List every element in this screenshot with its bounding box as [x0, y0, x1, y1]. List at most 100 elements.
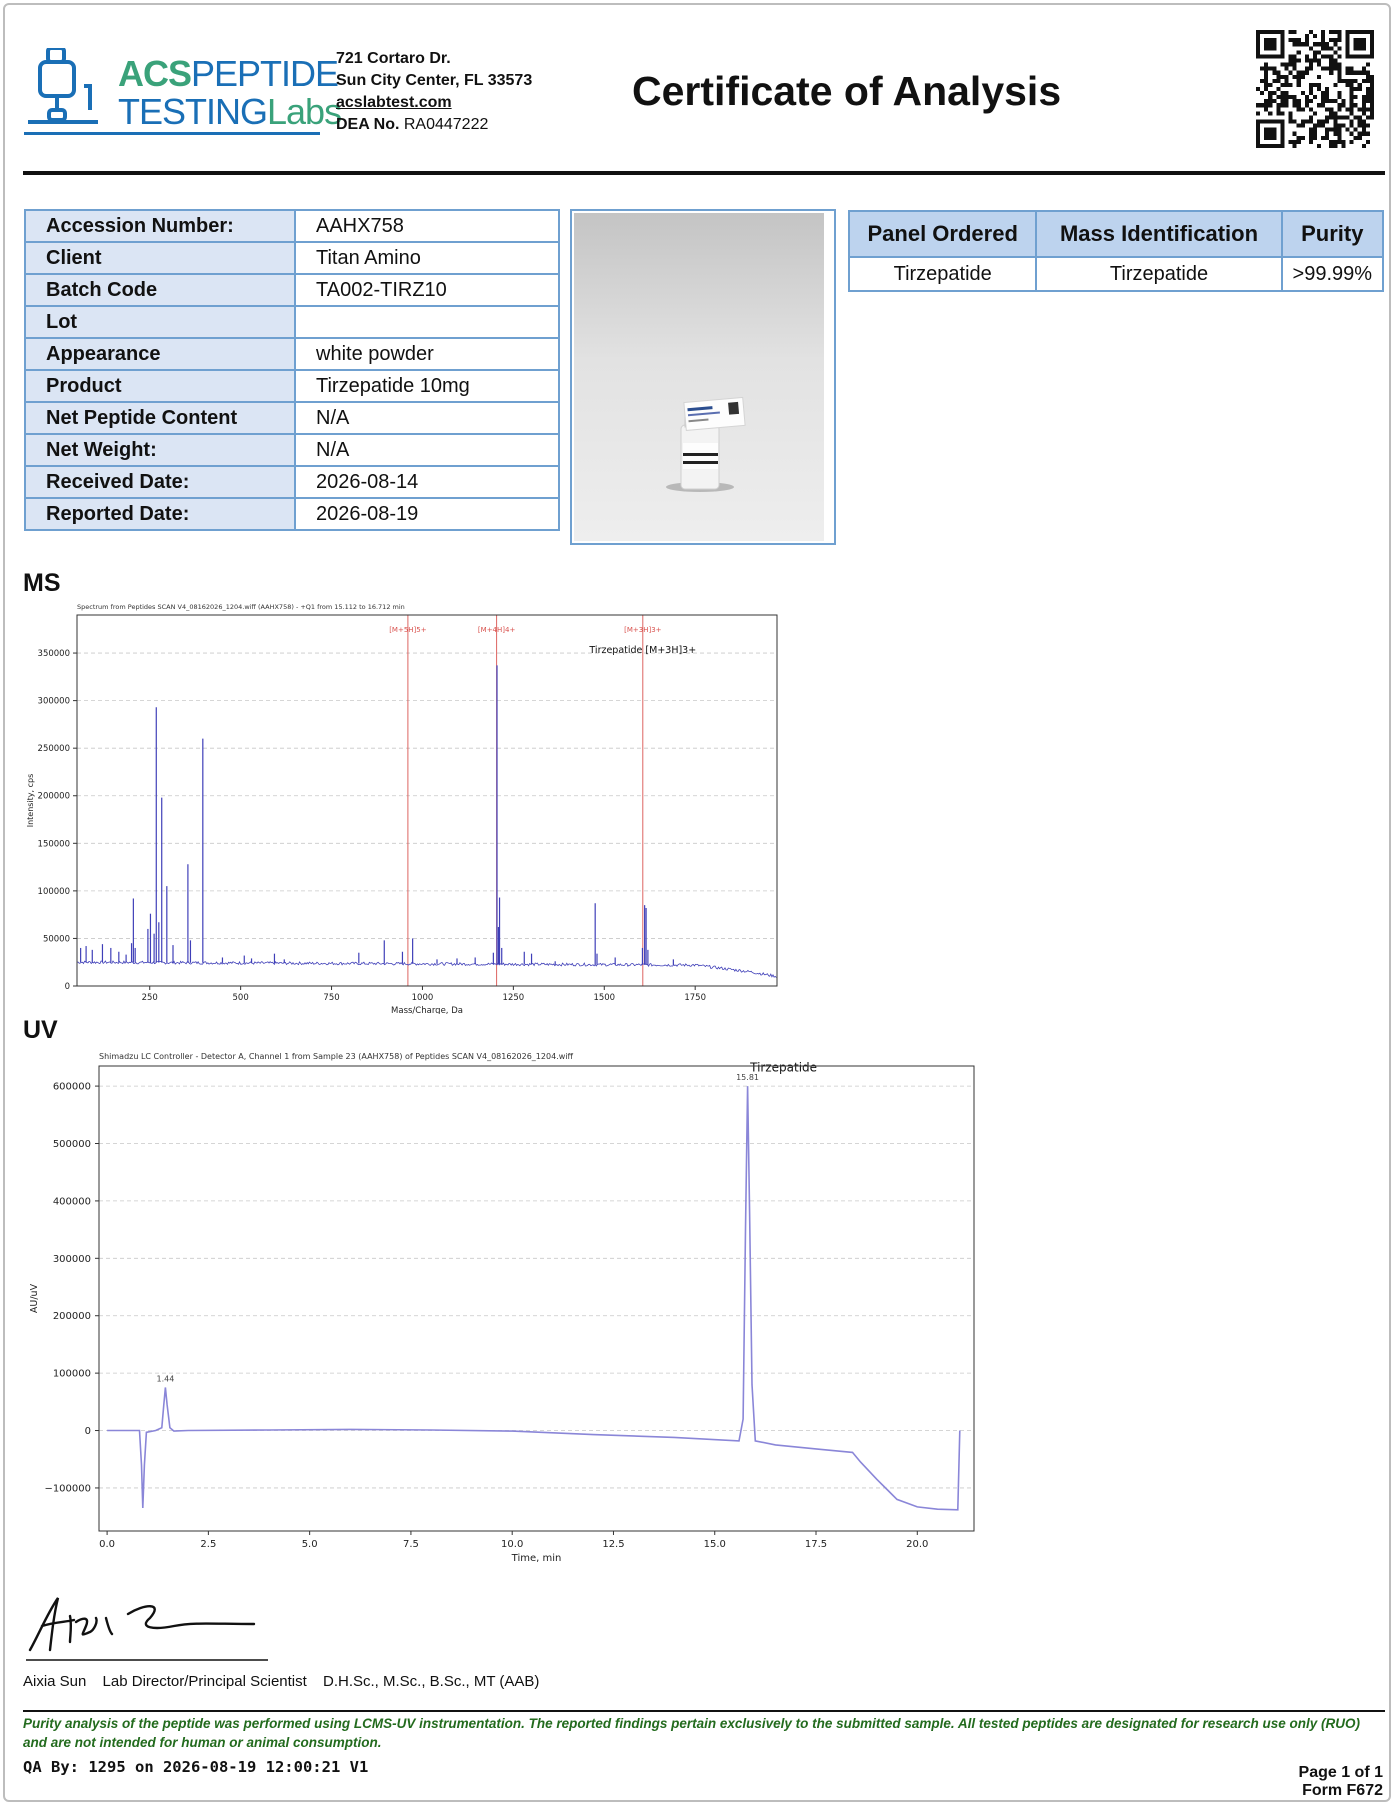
qr-module [1329, 111, 1334, 116]
uv-y-tick-label: 200000 [53, 1311, 91, 1322]
qr-code-icon[interactable] [1256, 30, 1374, 148]
uv-section-title: UV [23, 1016, 58, 1044]
qr-module [1349, 131, 1354, 136]
qr-module [1292, 42, 1297, 47]
qr-module [1369, 78, 1374, 83]
qr-module [1349, 103, 1354, 108]
qr-module [1296, 123, 1301, 128]
qr-module [1333, 38, 1338, 43]
qr-module [1268, 111, 1273, 116]
qr-module [1300, 91, 1305, 96]
qr-module [1333, 42, 1338, 47]
qr-module [1288, 62, 1293, 67]
ms-y-tick-label: 100000 [38, 887, 70, 897]
qr-module [1300, 70, 1305, 75]
signature-image [26, 1597, 268, 1661]
logo-sub-accent: Labs [267, 91, 342, 132]
dea-label: DEA No. [336, 116, 400, 133]
qr-module [1268, 99, 1273, 104]
qr-module [1361, 123, 1366, 128]
qr-module [1308, 91, 1313, 96]
qr-module [1333, 99, 1338, 104]
ms-x-tick-label: 1250 [503, 993, 525, 1003]
qr-module [1341, 139, 1346, 144]
qr-module [1353, 127, 1358, 132]
ms-y-tick-label: 200000 [38, 792, 70, 802]
qr-module [1325, 115, 1330, 120]
qr-module [1365, 62, 1370, 67]
page-number: Page 1 of 1 [1298, 1764, 1383, 1781]
info-label: Appearance [24, 337, 296, 371]
qr-module [1304, 54, 1309, 59]
qr-module [1337, 91, 1342, 96]
qr-module [1280, 91, 1285, 96]
qr-module [1296, 103, 1301, 108]
uv-x-tick-label: 17.5 [805, 1539, 827, 1550]
qr-module [1321, 103, 1326, 108]
qr-module [1325, 127, 1330, 132]
qr-module [1308, 30, 1313, 35]
qr-module [1337, 34, 1342, 39]
qr-module [1264, 66, 1269, 71]
info-value: 2026-08-14 [294, 465, 560, 499]
qr-module [1337, 74, 1342, 79]
qr-module [1317, 143, 1322, 148]
logo-brand-bold: ACS [118, 53, 192, 94]
qr-module [1365, 123, 1370, 128]
qr-module [1345, 82, 1350, 87]
table-row: Appearance white powder [24, 337, 560, 371]
qr-module [1353, 115, 1358, 120]
qr-module [1329, 107, 1334, 112]
qr-module [1296, 74, 1301, 79]
qr-module [1308, 99, 1313, 104]
qr-module [1256, 103, 1261, 108]
qr-module [1325, 42, 1330, 47]
qr-module [1365, 115, 1370, 120]
table-row: Client Titan Amino [24, 241, 560, 275]
qr-module [1325, 95, 1330, 100]
qr-module [1280, 95, 1285, 100]
uv-peak-label: 1.44 [157, 1374, 175, 1383]
qr-module [1333, 127, 1338, 132]
qr-module [1329, 58, 1334, 63]
qr-module [1329, 115, 1334, 120]
qr-module [1329, 127, 1334, 132]
qr-module [1341, 123, 1346, 128]
ms-y-tick-label: 50000 [43, 934, 70, 944]
qr-module [1288, 30, 1293, 35]
qr-module [1264, 103, 1269, 108]
ms-y-tick-label: 350000 [38, 649, 70, 659]
ms-plot-frame [76, 614, 778, 987]
qr-module [1308, 107, 1313, 112]
ms-x-tick-label: 1500 [593, 993, 615, 1003]
qr-module [1312, 123, 1318, 128]
qr-module [1312, 95, 1318, 100]
qr-module [1308, 119, 1313, 124]
qr-module [1337, 139, 1342, 144]
qr-module [1329, 143, 1334, 148]
qr-module [1349, 99, 1354, 104]
qr-module [1276, 78, 1281, 83]
qr-module [1321, 95, 1326, 100]
qr-module [1349, 78, 1354, 83]
lab-address: 721 Cortaro Dr. Sun City Center, FL 3357… [336, 48, 532, 136]
qr-module [1333, 111, 1338, 116]
qr-module [1276, 103, 1281, 108]
website-link[interactable]: acslabtest.com [336, 92, 532, 114]
qa-stamp: QA By: 1295 on 2026-08-19 12:00:21 V1 [23, 1758, 369, 1776]
qr-module [1353, 70, 1358, 75]
info-label: Net Weight: [24, 433, 296, 467]
qr-module [1349, 123, 1354, 128]
info-value: TA002-TIRZ10 [294, 273, 560, 307]
qr-module [1304, 103, 1309, 108]
qr-module [1317, 58, 1322, 63]
qr-module [1264, 70, 1269, 75]
uv-x-tick-label: 20.0 [906, 1539, 928, 1550]
qr-module [1276, 111, 1281, 116]
table-row: Received Date: 2026-08-14 [24, 465, 560, 499]
qr-module [1308, 131, 1313, 136]
microscope-icon [28, 48, 98, 124]
qr-module [1369, 103, 1374, 108]
signer-credentials: D.H.Sc., M.Sc., B.Sc., MT (AAB) [322, 1673, 540, 1690]
qr-module [1325, 46, 1330, 51]
